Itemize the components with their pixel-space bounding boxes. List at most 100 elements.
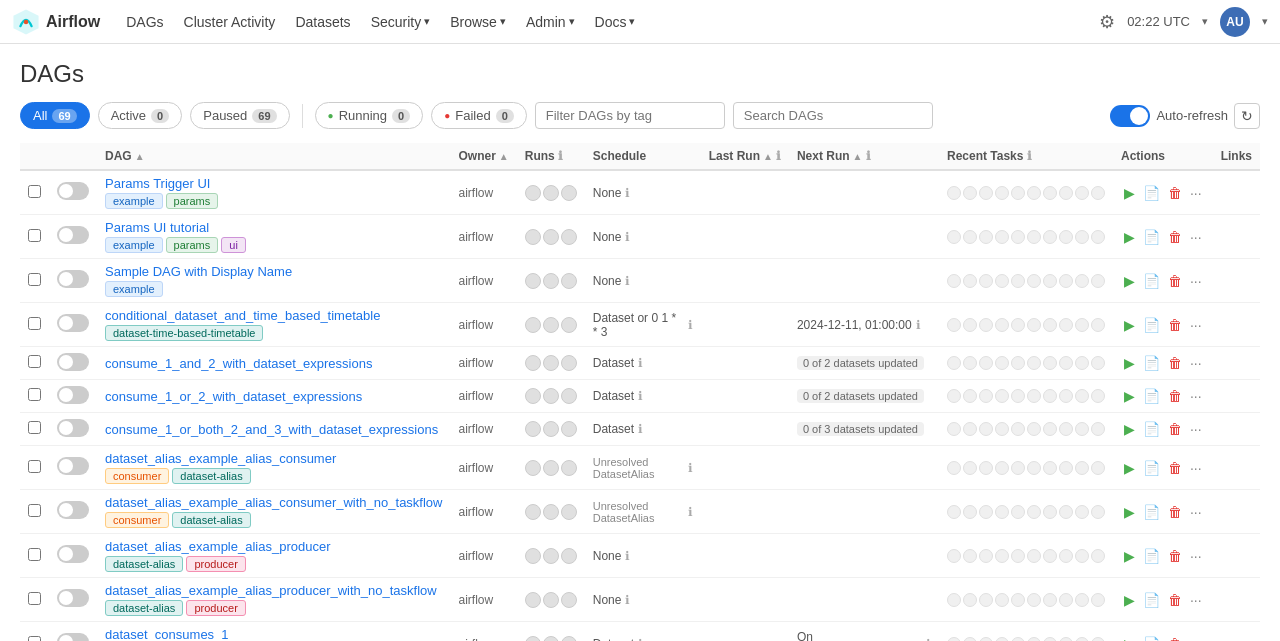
dag-details-button[interactable]: 📄	[1140, 589, 1163, 611]
dag-tag[interactable]: dataset-alias	[105, 556, 183, 572]
dag-tag[interactable]: ui	[221, 237, 246, 253]
dag-pause-toggle[interactable]	[57, 226, 89, 244]
delete-dag-button[interactable]: 🗑	[1165, 314, 1185, 336]
dag-details-button[interactable]: 📄	[1140, 182, 1163, 204]
filter-active-button[interactable]: Active 0	[98, 102, 183, 129]
trigger-dag-button[interactable]: ▶	[1121, 352, 1138, 374]
dag-name-link[interactable]: dataset_alias_example_alias_consumer	[105, 451, 336, 466]
dag-tag[interactable]: producer	[186, 556, 245, 572]
row-checkbox[interactable]	[28, 636, 41, 642]
dag-name-link[interactable]: dataset_alias_example_alias_consumer_wit…	[105, 495, 442, 510]
settings-icon[interactable]: ⚙	[1099, 11, 1115, 33]
dag-details-button[interactable]: 📄	[1140, 501, 1163, 523]
dag-tag[interactable]: dataset-time-based-timetable	[105, 325, 263, 341]
dag-name-link[interactable]: consume_1_or_2_with_dataset_expressions	[105, 389, 362, 404]
brand-logo[interactable]: Airflow	[12, 8, 100, 36]
dag-name-link[interactable]: Params Trigger UI	[105, 176, 210, 191]
filter-running-button[interactable]: ● Running 0	[315, 102, 424, 129]
trigger-dag-button[interactable]: ▶	[1121, 457, 1138, 479]
trigger-dag-button[interactable]: ▶	[1121, 182, 1138, 204]
delete-dag-button[interactable]: 🗑	[1165, 633, 1185, 642]
dag-name-link[interactable]: consume_1_and_2_with_dataset_expressions	[105, 356, 372, 371]
nav-item-admin[interactable]: Admin▾	[516, 10, 585, 34]
dag-details-button[interactable]: 📄	[1140, 314, 1163, 336]
nav-item-security[interactable]: Security▾	[361, 10, 441, 34]
dag-pause-toggle[interactable]	[57, 501, 89, 519]
filter-failed-button[interactable]: ● Failed 0	[431, 102, 527, 129]
delete-dag-button[interactable]: 🗑	[1165, 589, 1185, 611]
row-checkbox[interactable]	[28, 548, 41, 561]
delete-dag-button[interactable]: 🗑	[1165, 457, 1185, 479]
dag-tag[interactable]: dataset-alias	[172, 512, 250, 528]
dag-pause-toggle[interactable]	[57, 270, 89, 288]
dag-name-link[interactable]: consume_1_or_both_2_and_3_with_dataset_e…	[105, 422, 438, 437]
delete-dag-button[interactable]: 🗑	[1165, 545, 1185, 567]
row-checkbox[interactable]	[28, 592, 41, 605]
row-checkbox[interactable]	[28, 317, 41, 330]
dag-details-button[interactable]: 📄	[1140, 270, 1163, 292]
trigger-dag-button[interactable]: ▶	[1121, 314, 1138, 336]
more-options-button[interactable]: ···	[1187, 418, 1205, 440]
user-avatar[interactable]: AU	[1220, 7, 1250, 37]
dag-tag[interactable]: producer	[186, 600, 245, 616]
dag-pause-toggle[interactable]	[57, 386, 89, 404]
filter-tag-input[interactable]	[535, 102, 725, 129]
dag-tag[interactable]: consumer	[105, 512, 169, 528]
nav-item-docs[interactable]: Docs▾	[585, 10, 646, 34]
trigger-dag-button[interactable]: ▶	[1121, 270, 1138, 292]
dag-tag[interactable]: example	[105, 237, 163, 253]
more-options-button[interactable]: ···	[1187, 385, 1205, 407]
more-options-button[interactable]: ···	[1187, 457, 1205, 479]
more-options-button[interactable]: ···	[1187, 226, 1205, 248]
more-options-button[interactable]: ···	[1187, 545, 1205, 567]
dag-tag[interactable]: params	[166, 193, 219, 209]
time-dropdown-icon[interactable]: ▾	[1202, 15, 1208, 28]
dag-name-link[interactable]: conditional_dataset_and_time_based_timet…	[105, 308, 380, 323]
more-options-button[interactable]: ···	[1187, 314, 1205, 336]
delete-dag-button[interactable]: 🗑	[1165, 270, 1185, 292]
delete-dag-button[interactable]: 🗑	[1165, 226, 1185, 248]
delete-dag-button[interactable]: 🗑	[1165, 385, 1185, 407]
delete-dag-button[interactable]: 🗑	[1165, 501, 1185, 523]
delete-dag-button[interactable]: 🗑	[1165, 352, 1185, 374]
nav-item-cluster-activity[interactable]: Cluster Activity	[174, 10, 286, 34]
dag-tag[interactable]: params	[166, 237, 219, 253]
dag-pause-toggle[interactable]	[57, 589, 89, 607]
filter-paused-button[interactable]: Paused 69	[190, 102, 289, 129]
trigger-dag-button[interactable]: ▶	[1121, 501, 1138, 523]
more-options-button[interactable]: ···	[1187, 182, 1205, 204]
row-checkbox[interactable]	[28, 421, 41, 434]
dag-details-button[interactable]: 📄	[1140, 418, 1163, 440]
dag-tag[interactable]: dataset-alias	[105, 600, 183, 616]
more-options-button[interactable]: ···	[1187, 352, 1205, 374]
row-checkbox[interactable]	[28, 355, 41, 368]
row-checkbox[interactable]	[28, 229, 41, 242]
nav-item-datasets[interactable]: Datasets	[285, 10, 360, 34]
avatar-dropdown-icon[interactable]: ▾	[1262, 15, 1268, 28]
dag-tag[interactable]: example	[105, 193, 163, 209]
more-options-button[interactable]: ···	[1187, 589, 1205, 611]
row-checkbox[interactable]	[28, 504, 41, 517]
dag-tag[interactable]: dataset-alias	[172, 468, 250, 484]
col-header-owner[interactable]: Owner ▲	[450, 143, 516, 170]
row-checkbox[interactable]	[28, 460, 41, 473]
dag-pause-toggle[interactable]	[57, 545, 89, 563]
dag-pause-toggle[interactable]	[57, 419, 89, 437]
nav-item-browse[interactable]: Browse▾	[440, 10, 516, 34]
more-options-button[interactable]: ···	[1187, 501, 1205, 523]
dag-pause-toggle[interactable]	[57, 633, 89, 641]
col-header-last-run[interactable]: Last Run ▲ ℹ	[701, 143, 789, 170]
search-input[interactable]	[733, 102, 933, 129]
trigger-dag-button[interactable]: ▶	[1121, 418, 1138, 440]
dag-tag[interactable]: example	[105, 281, 163, 297]
more-options-button[interactable]: ···	[1187, 633, 1205, 642]
trigger-dag-button[interactable]: ▶	[1121, 226, 1138, 248]
col-header-dag[interactable]: DAG ▲	[97, 143, 450, 170]
dag-details-button[interactable]: 📄	[1140, 457, 1163, 479]
dag-name-link[interactable]: Sample DAG with Display Name	[105, 264, 292, 279]
dag-name-link[interactable]: dataset_consumes_1	[105, 627, 229, 641]
trigger-dag-button[interactable]: ▶	[1121, 589, 1138, 611]
dag-tag[interactable]: consumer	[105, 468, 169, 484]
delete-dag-button[interactable]: 🗑	[1165, 418, 1185, 440]
dag-name-link[interactable]: dataset_alias_example_alias_producer	[105, 539, 330, 554]
